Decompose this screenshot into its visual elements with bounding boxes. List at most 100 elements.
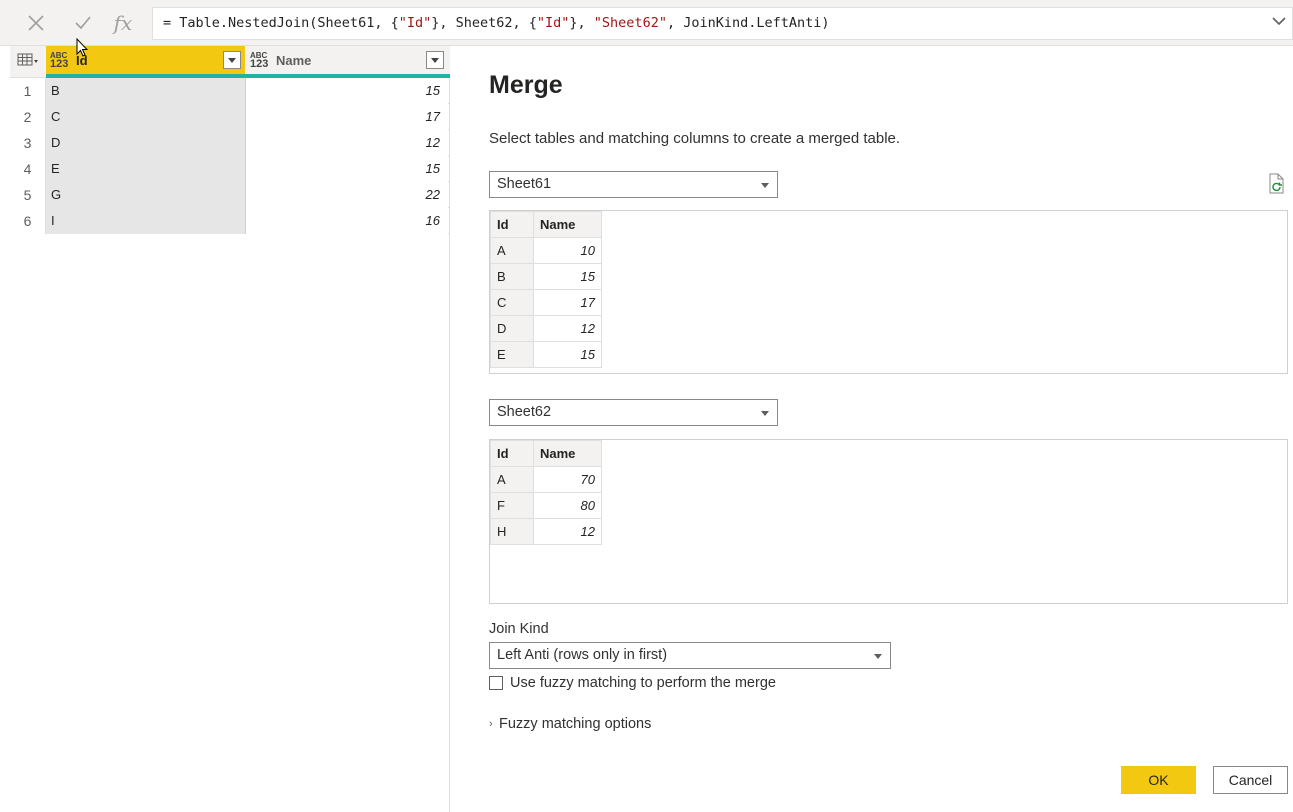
filter-dropdown-button[interactable] bbox=[426, 51, 444, 69]
first-table-preview: Id Name A 10 B 15 C 17 D 12 E 15 bbox=[489, 210, 1288, 374]
first-table-select[interactable]: Sheet61 bbox=[489, 171, 778, 198]
caret-down-icon bbox=[761, 411, 769, 416]
preview-cell-name: 70 bbox=[533, 466, 602, 493]
preview-header-name[interactable]: Name bbox=[533, 440, 602, 467]
caret-down-icon bbox=[874, 654, 882, 659]
formula-string: "Id" bbox=[536, 15, 570, 31]
fuzzy-matching-checkbox[interactable] bbox=[489, 676, 503, 690]
table-menu-icon[interactable] bbox=[10, 46, 46, 74]
fuzzy-options-label: Fuzzy matching options bbox=[499, 716, 652, 732]
join-kind-select[interactable]: Left Anti (rows only in first) bbox=[489, 642, 891, 669]
formula-part: }, Sheet62, { bbox=[431, 15, 537, 31]
preview-cell-id: D bbox=[490, 315, 534, 342]
type-123: 123 bbox=[250, 58, 269, 70]
preview-cell-id: F bbox=[490, 492, 534, 519]
join-kind-label: Join Kind bbox=[489, 621, 549, 637]
preview-cell-id: A bbox=[490, 466, 534, 493]
column-header-name[interactable]: ABC 123 Name bbox=[246, 46, 448, 74]
select-value: Left Anti (rows only in first) bbox=[497, 647, 668, 663]
cell-id[interactable]: B bbox=[46, 78, 246, 104]
select-value: Sheet62 bbox=[497, 404, 552, 420]
preview-row: D 12 bbox=[490, 315, 602, 342]
preview-cell-name: 15 bbox=[533, 341, 602, 368]
type-123: 123 bbox=[50, 58, 69, 70]
cell-id[interactable]: G bbox=[46, 182, 246, 208]
chevron-right-icon: › bbox=[489, 718, 493, 730]
cell-name[interactable]: 16 bbox=[246, 208, 448, 234]
ok-button[interactable]: OK bbox=[1121, 766, 1196, 794]
cell-name[interactable]: 17 bbox=[246, 104, 448, 130]
row-number[interactable]: 3 bbox=[10, 130, 46, 156]
row-number[interactable]: 4 bbox=[10, 156, 46, 182]
check-icon[interactable] bbox=[68, 8, 98, 38]
preview-row: B 15 bbox=[490, 263, 602, 290]
second-table-select[interactable]: Sheet62 bbox=[489, 399, 778, 426]
preview-cell-id: B bbox=[490, 263, 534, 290]
filter-dropdown-button[interactable] bbox=[223, 51, 241, 69]
preview-cell-name: 15 bbox=[533, 263, 602, 290]
preview-header-id[interactable]: Id bbox=[490, 211, 534, 238]
column-label: Name bbox=[276, 52, 312, 68]
formula-part: = Table.NestedJoin(Sheet61, { bbox=[163, 15, 399, 31]
formula-input[interactable]: = Table.NestedJoin(Sheet61, {"Id"}, Shee… bbox=[152, 7, 1293, 40]
grid-rows: 1 B 15 2 C 17 3 D 12 4 E 15 5 G 22 6 I 16 bbox=[10, 78, 450, 234]
table-row[interactable]: 6 I 16 bbox=[10, 208, 450, 234]
any-type-icon[interactable]: ABC 123 bbox=[250, 52, 272, 70]
fx-icon[interactable]: fx bbox=[108, 8, 138, 38]
formula-string: "Id" bbox=[398, 15, 432, 31]
preview-table: Id Name A 10 B 15 C 17 D 12 E 15 bbox=[490, 211, 602, 368]
preview-cell-name: 10 bbox=[533, 237, 602, 264]
mouse-cursor-icon bbox=[76, 37, 89, 58]
preview-cell-id: A bbox=[490, 237, 534, 264]
cell-id[interactable]: E bbox=[46, 156, 246, 182]
cancel-button[interactable]: Cancel bbox=[1213, 766, 1288, 794]
data-grid: ABC 123 Id ABC 123 Name 1 B 15 2 C 17 3 D 12 4 E 15 5 G… bbox=[10, 46, 450, 812]
preview-cell-name: 80 bbox=[533, 492, 602, 519]
formula-bar: fx = Table.NestedJoin(Sheet61, {"Id"}, S… bbox=[0, 0, 1293, 46]
cell-id[interactable]: C bbox=[46, 104, 246, 130]
preview-cell-name: 12 bbox=[533, 518, 602, 545]
column-label: Id bbox=[76, 52, 88, 68]
fuzzy-matching-label[interactable]: Use fuzzy matching to perform the merge bbox=[510, 675, 776, 691]
table-row[interactable]: 1 B 15 bbox=[10, 78, 450, 104]
formula-part: }, bbox=[569, 15, 594, 31]
any-type-icon[interactable]: ABC 123 bbox=[50, 52, 72, 70]
cell-name[interactable]: 12 bbox=[246, 130, 448, 156]
select-value: Sheet61 bbox=[497, 176, 552, 192]
cell-name[interactable]: 15 bbox=[246, 156, 448, 182]
preview-row: E 15 bbox=[490, 341, 602, 368]
table-row[interactable]: 4 E 15 bbox=[10, 156, 450, 182]
table-row[interactable]: 5 G 22 bbox=[10, 182, 450, 208]
preview-cell-name: 17 bbox=[533, 289, 602, 316]
fuzzy-matching-row: Use fuzzy matching to perform the merge bbox=[489, 675, 776, 691]
chevron-down-icon[interactable] bbox=[1271, 13, 1287, 29]
close-icon[interactable] bbox=[21, 8, 51, 38]
preview-header-name[interactable]: Name bbox=[533, 211, 602, 238]
table-row[interactable]: 3 D 12 bbox=[10, 130, 450, 156]
preview-cell-name: 12 bbox=[533, 315, 602, 342]
row-number[interactable]: 1 bbox=[10, 78, 46, 104]
cell-name[interactable]: 15 bbox=[246, 78, 448, 104]
row-number[interactable]: 5 bbox=[10, 182, 46, 208]
cell-id[interactable]: I bbox=[46, 208, 246, 234]
preview-cell-id: C bbox=[490, 289, 534, 316]
row-number[interactable]: 6 bbox=[10, 208, 46, 234]
caret-down-icon bbox=[761, 183, 769, 188]
preview-row: F 80 bbox=[490, 492, 602, 519]
refresh-preview-icon[interactable] bbox=[1267, 173, 1287, 195]
preview-row: C 17 bbox=[490, 289, 602, 316]
fuzzy-options-toggle[interactable]: › Fuzzy matching options bbox=[489, 716, 651, 732]
table-row[interactable]: 2 C 17 bbox=[10, 104, 450, 130]
second-table-preview: Id Name A 70 F 80 H 12 bbox=[489, 439, 1288, 604]
preview-cell-id: E bbox=[490, 341, 534, 368]
cell-name[interactable]: 22 bbox=[246, 182, 448, 208]
formula-string: "Sheet62" bbox=[593, 15, 667, 31]
merge-dialog: Merge Select tables and matching columns… bbox=[452, 46, 1293, 812]
formula-part: , JoinKind.LeftAnti) bbox=[666, 15, 830, 31]
preview-table: Id Name A 70 F 80 H 12 bbox=[490, 440, 602, 545]
row-number[interactable]: 2 bbox=[10, 104, 46, 130]
preview-row: A 10 bbox=[490, 237, 602, 264]
preview-header-id[interactable]: Id bbox=[490, 440, 534, 467]
cell-id[interactable]: D bbox=[46, 130, 246, 156]
dialog-title: Merge bbox=[489, 71, 563, 99]
